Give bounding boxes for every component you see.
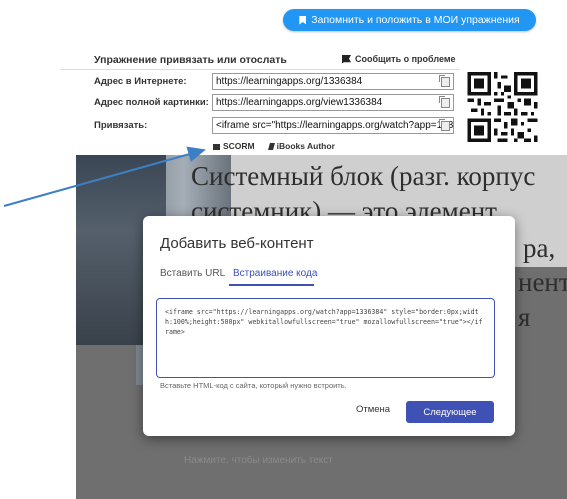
internet-address-field[interactable]: https://learningapps.org/1336384	[212, 73, 454, 90]
save-button-label: Запомнить и положить в МОИ упражнения	[311, 14, 520, 26]
tab-insert-url[interactable]: Вставить URL	[160, 268, 225, 279]
qr-code-icon	[467, 72, 538, 142]
embed-code-label: Привязать:	[94, 120, 148, 131]
dialog-title: Добавить веб-контент	[160, 235, 314, 252]
save-to-my-exercises-button[interactable]: Запомнить и положить в МОИ упражнения	[283, 9, 536, 31]
add-web-content-dialog: Добавить веб-контент Вставить URL Встраи…	[143, 216, 515, 436]
copy-icon[interactable]	[439, 75, 450, 87]
package-icon	[213, 143, 220, 150]
cancel-button[interactable]: Отмена	[356, 404, 390, 415]
report-problem-label: Сообщить о проблеме	[355, 54, 456, 64]
scorm-link[interactable]: SCORM	[213, 141, 255, 151]
embed-code-field[interactable]: <iframe src="https://learningapps.org/wa…	[212, 117, 454, 134]
embed-code-textarea[interactable]: <iframe src="https://learningapps.org/wa…	[156, 298, 495, 378]
export-links: SCORM iBooks Author	[213, 141, 335, 151]
ibooks-author-label: iBooks Author	[276, 141, 335, 151]
slide-text-line: Системный блок (разг. корпус	[191, 161, 536, 191]
embed-heading: Упражнение привязать или отослать	[94, 54, 287, 66]
bookmark-icon	[299, 15, 307, 25]
slide-text-line: нент	[518, 267, 567, 297]
ibooks-author-link[interactable]: iBooks Author	[267, 141, 335, 151]
flag-icon	[342, 55, 351, 63]
report-problem-link[interactable]: Сообщить о проблеме	[342, 54, 456, 64]
full-image-address-label: Адрес полной картинки:	[94, 97, 209, 108]
divider	[60, 69, 460, 70]
slide-text-line: я	[518, 302, 531, 332]
full-image-address-value: https://learningapps.org/view1336384	[216, 97, 383, 108]
copy-icon[interactable]	[439, 119, 450, 131]
scorm-label: SCORM	[223, 141, 255, 151]
active-tab-indicator	[229, 284, 314, 286]
full-image-address-field[interactable]: https://learningapps.org/view1336384	[212, 94, 454, 111]
internet-address-label: Адрес в Интернете:	[94, 76, 187, 87]
copy-icon[interactable]	[439, 96, 450, 108]
embed-code-value: <iframe src="https://learningapps.org/wa…	[216, 120, 454, 131]
helper-text: Вставьте HTML-код с сайта, который нужно…	[160, 381, 347, 390]
tab-embed-code[interactable]: Встраивание кода	[233, 268, 317, 279]
internet-address-value: https://learningapps.org/1336384	[216, 76, 363, 87]
book-icon	[267, 143, 275, 151]
slide-text-line: ра,	[523, 233, 556, 263]
next-button[interactable]: Следующее	[406, 401, 494, 423]
edit-text-hint[interactable]: Нажмите, чтобы изменить текст	[184, 455, 333, 466]
